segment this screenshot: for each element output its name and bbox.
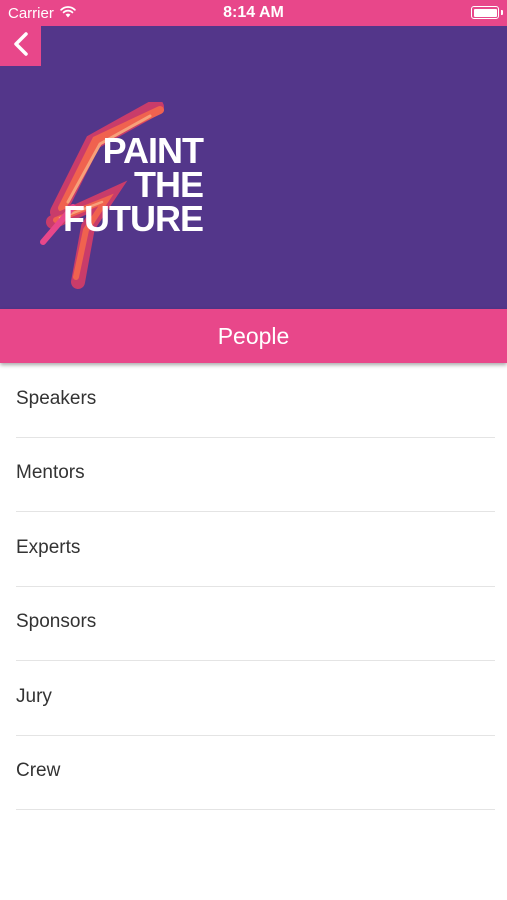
list-item-jury[interactable]: Jury	[16, 661, 495, 736]
status-bar: Carrier 8:14 AM	[0, 0, 507, 26]
chevron-left-icon	[12, 31, 30, 62]
logo-line-1: PAINT	[102, 130, 204, 171]
list-item-experts[interactable]: Experts	[16, 512, 495, 587]
list-item-crew[interactable]: Crew	[16, 736, 495, 810]
list-item-label: Speakers	[16, 387, 97, 409]
list-item-label: Mentors	[16, 462, 85, 484]
list-item-label: Crew	[16, 760, 61, 782]
list-item-mentors[interactable]: Mentors	[16, 438, 495, 512]
list-item-label: Sponsors	[16, 611, 97, 633]
list-item-sponsors[interactable]: Sponsors	[16, 587, 495, 661]
status-time: 8:14 AM	[223, 4, 284, 21]
list-item-label: Jury	[16, 685, 52, 707]
battery-icon	[471, 6, 503, 19]
logo-wordmark: PAINT THE FUTURE	[63, 130, 204, 239]
people-list: Speakers Mentors Experts Sponsors Jury C…	[0, 363, 507, 810]
paint-the-future-logo: PAINT THE FUTURE	[38, 99, 213, 292]
list-item-speakers[interactable]: Speakers	[16, 363, 495, 438]
list-item-label: Experts	[16, 536, 81, 558]
logo-line-3: FUTURE	[63, 198, 204, 239]
logo-line-2: THE	[134, 164, 204, 205]
header-banner: PAINT THE FUTURE	[0, 26, 507, 309]
back-button[interactable]	[0, 26, 41, 66]
page-title-bar: People	[0, 309, 507, 363]
page-title: People	[217, 322, 290, 349]
